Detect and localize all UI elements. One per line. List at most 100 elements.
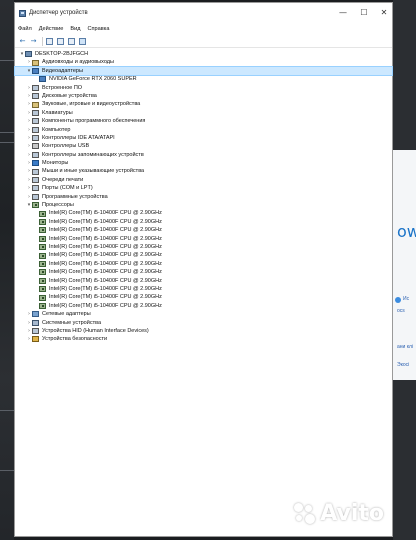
help-icon[interactable] (56, 37, 65, 46)
sound-icon (32, 101, 39, 108)
processor-icon (39, 252, 46, 259)
tree-category-row[interactable]: › Контроллеры запоминающих устройств (15, 151, 392, 159)
category-label: Процессоры (42, 202, 74, 209)
tree-device-row[interactable]: Intel(R) Core(TM) i5-10400F CPU @ 2.90GH… (15, 293, 392, 301)
device-label: Intel(R) Core(TM) i5-10400F CPU @ 2.90GH… (49, 294, 162, 301)
processor-icon (39, 227, 46, 234)
category-label: Контроллеры USB (42, 143, 90, 150)
tree-category-row[interactable]: › Аудиовходы и аудиовыходы (15, 58, 392, 66)
properties-icon[interactable] (45, 37, 54, 46)
software-component-icon (32, 118, 39, 125)
background-text-3: ани клі (397, 344, 413, 350)
display-adapter-icon (32, 67, 39, 74)
device-label: Intel(R) Core(TM) i5-10400F CPU @ 2.90GH… (49, 277, 162, 284)
menu-file[interactable]: Файл (18, 26, 32, 32)
tree-category-row[interactable]: › Звуковые, игровые и видеоустройства (15, 100, 392, 108)
tree-root[interactable]: ▾ DESKTOP-2BJFGCH (15, 50, 392, 58)
device-label: Intel(R) Core(TM) i5-10400F CPU @ 2.90GH… (49, 210, 162, 217)
processor-icon (39, 235, 46, 242)
hid-icon (32, 328, 39, 335)
printer-icon (32, 177, 39, 184)
processor-icon (39, 219, 46, 225)
close-button[interactable]: ✕ (374, 6, 394, 18)
tree-category-row[interactable]: › Компоненты программного обеспечения (15, 117, 392, 125)
tree-category-row[interactable]: › Устройства HID (Human Interface Devices… (15, 327, 392, 335)
tree-device-row[interactable]: Intel(R) Core(TM) i5-10400F CPU @ 2.90GH… (15, 277, 392, 285)
tree-category-row[interactable]: › Устройства безопасности (15, 335, 392, 343)
title-bar[interactable]: Диспетчер устройств — ☐ ✕ (15, 3, 392, 23)
category-label: Мониторы (42, 160, 69, 167)
device-tree: ▾ DESKTOP-2BJFGCH › Аудиовходы и аудиовых… (14, 48, 393, 344)
background-globe-icon (395, 297, 401, 303)
avito-logo-icon (294, 502, 316, 525)
device-label: Intel(R) Core(TM) i5-10400F CPU @ 2.90GH… (49, 252, 162, 259)
disk-icon (32, 93, 39, 100)
device-label: Intel(R) Core(TM) i5-10400F CPU @ 2.90GH… (49, 243, 162, 250)
category-label: Видеоадаптеры (42, 67, 83, 74)
tree-device-row[interactable]: Intel(R) Core(TM) i5-10400F CPU @ 2.90GH… (15, 226, 392, 234)
tree-category-row[interactable]: › Компьютер (15, 126, 392, 134)
tree-device-row[interactable]: Intel(R) Core(TM) i5-10400F CPU @ 2.90GH… (15, 268, 392, 276)
update-driver-icon[interactable] (67, 37, 76, 46)
tree-category-row[interactable]: › Дисковые устройства (15, 92, 392, 100)
tree-device-row[interactable]: Intel(R) Core(TM) i5-10400F CPU @ 2.90GH… (15, 209, 392, 217)
menu-view[interactable]: Вид (70, 26, 80, 32)
display-adapter-icon (39, 76, 46, 83)
window-title: Диспетчер устройств (29, 10, 88, 16)
system-device-icon (32, 319, 39, 326)
processor-icon (39, 210, 46, 217)
category-label: Системные устройства (42, 319, 102, 326)
tree-device-row[interactable]: Intel(R) Core(TM) i5-10400F CPU @ 2.90GH… (15, 302, 392, 310)
tree-category-row[interactable]: › Контроллеры USB (15, 142, 392, 150)
category-label: Очереди печати (42, 176, 84, 183)
device-label: Intel(R) Core(TM) i5-10400F CPU @ 2.90GH… (49, 269, 162, 276)
tree-category-row[interactable]: ▾ Процессоры (15, 201, 392, 209)
desktop-background-left (0, 0, 14, 540)
category-label: Контроллеры IDE ATA/ATAPI (42, 134, 115, 141)
maximize-button[interactable]: ☐ (354, 6, 374, 18)
tree-category-row[interactable]: › Мыши и иные указывающие устройства (15, 167, 392, 175)
tree-device-row[interactable]: NVIDIA GeForce RTX 2060 SUPER (15, 75, 392, 83)
tree-device-row[interactable]: Intel(R) Core(TM) i5-10400F CPU @ 2.90GH… (15, 285, 392, 293)
tree-category-row[interactable]: › Мониторы (15, 159, 392, 167)
scan-hardware-icon[interactable] (78, 37, 87, 46)
tree-device-row[interactable]: Intel(R) Core(TM) i5-10400F CPU @ 2.90GH… (15, 260, 392, 268)
category-label: Устройства HID (Human Interface Devices) (42, 327, 149, 334)
forward-arrow-icon[interactable]: → (29, 37, 38, 46)
tree-category-row[interactable]: › Программные устройства (15, 193, 392, 201)
category-label: Дисковые устройства (42, 92, 97, 99)
background-text-large: ow (397, 222, 416, 241)
background-text-1: Ис (403, 296, 410, 302)
minimize-button[interactable]: — (333, 6, 353, 18)
processor-icon (39, 294, 46, 301)
root-label: DESKTOP-2BJFGCH (35, 51, 89, 57)
tree-device-row[interactable]: Intel(R) Core(TM) i5-10400F CPU @ 2.90GH… (15, 251, 392, 259)
menu-action[interactable]: Действие (39, 26, 64, 32)
tree-device-row[interactable]: Intel(R) Core(TM) i5-10400F CPU @ 2.90GH… (15, 235, 392, 243)
tree-device-row[interactable]: Intel(R) Core(TM) i5-10400F CPU @ 2.90GH… (15, 243, 392, 251)
security-device-icon (32, 336, 39, 343)
menu-help[interactable]: Справка (87, 26, 109, 32)
tree-category-row[interactable]: › Контроллеры IDE ATA/ATAPI (15, 134, 392, 142)
desktop-background-right: ow Ис ocs ани клі Экосі (393, 0, 416, 540)
category-label: Контроллеры запоминающих устройств (42, 151, 144, 158)
tree-device-row[interactable]: Intel(R) Core(TM) i5-10400F CPU @ 2.90GH… (15, 218, 392, 226)
tree-category-row[interactable]: › Встроенное ПО (15, 84, 392, 92)
device-manager-icon (19, 9, 26, 17)
avito-watermark-text: Avito (320, 501, 384, 526)
processor-icon (39, 260, 46, 267)
tree-category-row[interactable]: › Сетевые адаптеры (15, 310, 392, 318)
back-arrow-icon[interactable]: ← (18, 37, 27, 46)
tree-category-row[interactable]: › Системные устройства (15, 319, 392, 327)
tree-category-row[interactable]: › Клавиатуры (15, 109, 392, 117)
category-label: Мыши и иные указывающие устройства (42, 168, 145, 175)
port-icon (32, 185, 39, 192)
category-label: Звуковые, игровые и видеоустройства (42, 101, 141, 108)
device-label: Intel(R) Core(TM) i5-10400F CPU @ 2.90GH… (49, 260, 162, 267)
tree-category-row[interactable]: › Порты (COM и LPT) (15, 184, 392, 192)
tree-category-row[interactable]: ▾ Видеоадаптеры (14, 65, 393, 77)
tree-category-row[interactable]: › Очереди печати (15, 176, 392, 184)
device-label: NVIDIA GeForce RTX 2060 SUPER (49, 76, 137, 83)
processor-icon (32, 202, 39, 209)
sound-icon (32, 59, 39, 66)
